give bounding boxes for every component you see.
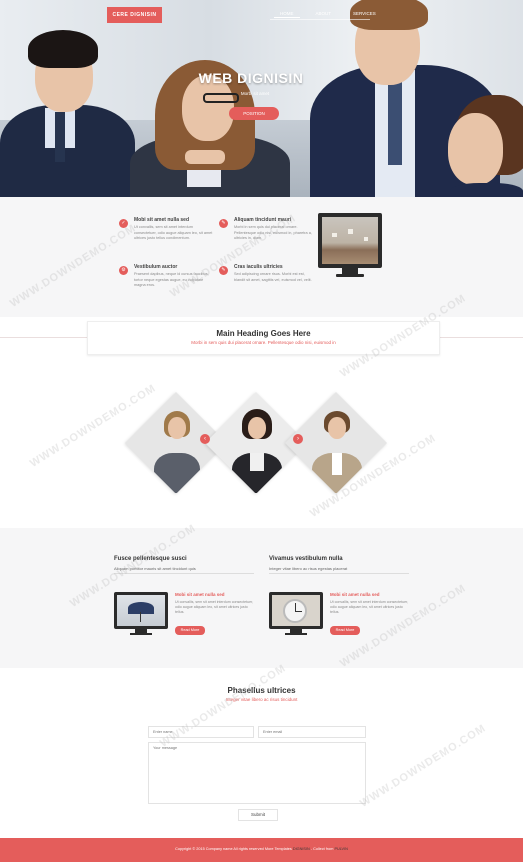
hero-person-far-right xyxy=(440,95,523,197)
pencil-icon: ✎ xyxy=(219,219,228,228)
footer: Copyright © 2015 Company name All rights… xyxy=(0,838,523,862)
footer-link-source[interactable]: PULVIN xyxy=(334,847,347,851)
name-field[interactable] xyxy=(148,726,254,738)
nav-divider xyxy=(270,19,370,20)
column-heading: Vivamus vestibulum nulla xyxy=(269,556,343,562)
hero-cta-button[interactable]: POSITION xyxy=(229,107,279,120)
pencil-icon: ✎ xyxy=(219,266,228,275)
features-section: ✓ Mobi sit amet nulla sed Ut convallis, … xyxy=(0,197,523,317)
message-field[interactable] xyxy=(148,742,366,804)
read-more-button[interactable]: Read More xyxy=(175,626,205,635)
nav-services[interactable]: SERVICES xyxy=(347,10,382,18)
column-heading: Fusce pellentesque susci xyxy=(114,556,187,562)
hero-title: WEB DIGNISIN xyxy=(198,70,304,86)
card-title: Mobi sit amet nulla sed xyxy=(175,592,225,597)
feature-text: Ut convallis, sem sit amet interdum cons… xyxy=(134,225,213,240)
feature-monitor-image xyxy=(318,213,382,277)
clock-monitor-image xyxy=(269,592,323,636)
submit-button[interactable]: Submit xyxy=(238,809,278,821)
umbrella-monitor-image xyxy=(114,592,168,636)
main-nav: HOME ABOUT SERVICES xyxy=(274,10,382,18)
feature-title: Cras iaculis ultricies xyxy=(234,264,283,270)
email-field[interactable] xyxy=(258,726,366,738)
arrow-icon[interactable]: ‹ xyxy=(200,434,210,444)
feature-text: Praesent dapibus, neque id cursus faucib… xyxy=(134,272,209,287)
column-subheading: Aliquam porttitor mauris sit amet tincid… xyxy=(114,566,196,571)
heading-banner: Main Heading Goes Here Morbi in sem quis… xyxy=(87,321,440,355)
banner-heading: Main Heading Goes Here xyxy=(216,329,311,338)
footer-text: Copyright © 2015 Company name All rights… xyxy=(0,847,523,851)
footer-link-templates[interactable]: DIGNISIN xyxy=(293,847,310,851)
team-section: ‹ › xyxy=(0,372,523,512)
card-text: Ut convallis, sem sit amet interdum cons… xyxy=(175,600,254,614)
nav-about[interactable]: ABOUT xyxy=(310,10,338,18)
banner-subheading: Morbi in sem quis dui placerat ornare. P… xyxy=(191,340,336,345)
feature-text: Sed adipiscing ornare risus. Morbi est e… xyxy=(234,272,312,282)
check-icon: ✓ xyxy=(119,219,128,228)
read-more-button[interactable]: Read More xyxy=(330,626,360,635)
contact-heading: Phasellus ultrices xyxy=(227,686,296,695)
feature-title: Aliquam tincidunt mauri xyxy=(234,217,292,223)
feature-text: Morbi in sem quis dui placerat ornare. P… xyxy=(234,225,312,240)
card-text: Ut convallis, sem sit amet interdum cons… xyxy=(330,600,409,614)
hero-subtitle: Morbi sit amet xyxy=(240,91,270,96)
footer-collect-text: - Collect from xyxy=(310,847,334,851)
card-title: Mobi sit amet nulla sed xyxy=(330,592,380,597)
info-columns-section: Fusce pellentesque susci Aliquam porttit… xyxy=(0,528,523,668)
copyright-text: Copyright © 2015 Company name All rights… xyxy=(175,847,292,851)
nav-home[interactable]: HOME xyxy=(274,10,300,18)
arrow-icon[interactable]: › xyxy=(293,434,303,444)
gear-icon: ⚙ xyxy=(119,266,128,275)
contact-section: Phasellus ultrices Integer vitae libero … xyxy=(0,668,523,838)
column-subheading: Integer vitae libero ac risus egestas pl… xyxy=(269,566,348,571)
feature-title: Mobi sit amet nulla sed xyxy=(134,217,190,223)
logo[interactable]: CERE DIGNISIN xyxy=(107,7,162,23)
contact-subheading: Integer vitae libero ac risus tincidunt xyxy=(225,697,298,702)
feature-title: Vestibulum auctor xyxy=(134,264,178,270)
hero-section: CERE DIGNISIN HOME ABOUT SERVICES WEB DI… xyxy=(0,0,523,197)
hero-person-left xyxy=(0,20,140,197)
